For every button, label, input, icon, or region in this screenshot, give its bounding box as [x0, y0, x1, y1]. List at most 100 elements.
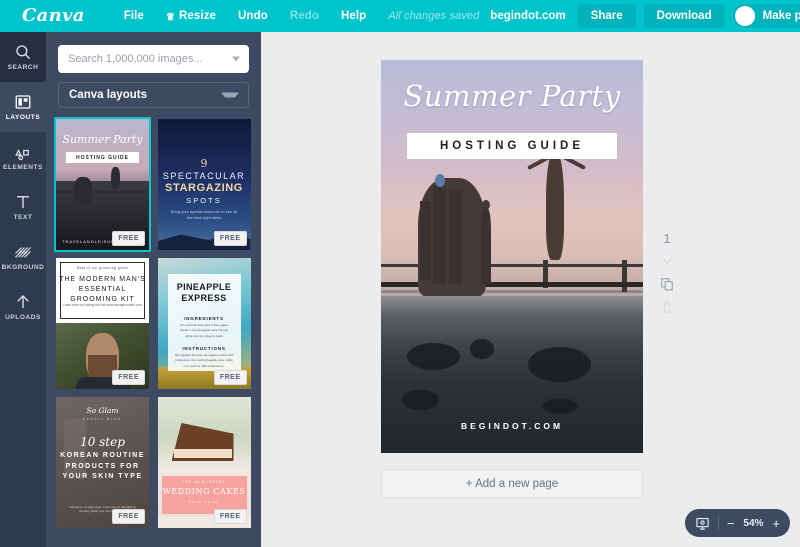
save-status: All changes saved [388, 10, 480, 22]
sidebar-item-search[interactable]: SEARCH [0, 32, 46, 82]
thumb-heading2: INSTRUCTIONS [182, 346, 226, 351]
menu-item-resize-label: Resize [179, 10, 217, 22]
sidebar-item-text[interactable]: TEXT [0, 182, 46, 232]
divider [717, 516, 719, 530]
account-name[interactable]: begindot.com [490, 10, 565, 22]
canvas-figure [480, 209, 492, 284]
menu-item-file-label: File [123, 10, 144, 22]
category-dropdown-label: Canva layouts [69, 89, 147, 101]
canvas-reflection [470, 339, 494, 359]
free-badge: FREE [112, 370, 145, 385]
zoom-control-bar: − 54% + [684, 509, 790, 537]
canvas-reflection [407, 342, 460, 371]
design-title[interactable]: Summer Party [381, 82, 643, 111]
canva-logo[interactable]: Canva [22, 7, 85, 25]
duplicate-page-icon[interactable] [660, 277, 674, 291]
thumb-title: Summer Party [62, 133, 143, 146]
sidebar-item-elements[interactable]: ELEMENTS [0, 132, 46, 182]
upload-icon [17, 295, 29, 308]
thumb-title: PINEAPPLE EXPRESS [176, 282, 232, 304]
layouts-icon [15, 95, 31, 109]
make-public-label: Make public [762, 10, 800, 22]
share-button[interactable]: Share [577, 4, 636, 28]
text-icon [17, 196, 29, 208]
menu-item-help[interactable]: Help [330, 4, 377, 28]
chevron-down-icon[interactable] [660, 254, 674, 268]
menu-item-redo-label: Redo [289, 10, 319, 22]
design-canvas[interactable]: Summer Party HOSTING GUIDE BEGINDOT.COM [381, 60, 643, 453]
sidebar-item-background[interactable]: BKGROUND [0, 232, 46, 282]
menu-item-redo[interactable]: Redo [279, 4, 330, 28]
menu-item-file[interactable]: File [113, 4, 155, 28]
thumb-title: THE MODERN MAN'S ESSENTIAL GROOMING KIT [59, 276, 146, 304]
trash-icon[interactable] [660, 300, 674, 314]
thumb-subtitle: HOSTING GUIDE [66, 152, 139, 163]
sidebar-item-uploads-label: UPLOADS [5, 314, 41, 321]
toggle-knob [734, 6, 755, 26]
thumb-body2: Stir together the juice and agave nectar… [174, 353, 234, 368]
search-row [46, 32, 261, 73]
sidebar-item-layouts-label: LAYOUTS [5, 114, 41, 121]
thumb-body1: 1/2 cup fresh lime juice 2 tbsp agave ne… [179, 323, 229, 338]
menu-item-undo-label: Undo [238, 10, 268, 22]
zoom-out-button[interactable]: − [727, 517, 735, 530]
layout-thumbnail-stargazing[interactable]: 9 SPECTACULAR STARGAZING SPOTS Bring you… [157, 119, 251, 250]
canvas-post [622, 260, 628, 292]
canvas-figure-cap [434, 173, 446, 187]
search-icon [16, 45, 31, 60]
sidebar-item-layouts[interactable]: LAYOUTS [0, 82, 46, 132]
menu-item-undo[interactable]: Undo [227, 4, 279, 28]
free-badge: FREE [112, 231, 145, 246]
zoom-level-value: 54% [743, 517, 764, 529]
layout-thumbnail-korean-skincare[interactable]: So Glam BEAUTY BLOG 10 step KOREAN ROUTI… [56, 397, 149, 528]
layout-thumbnail-summer-party[interactable]: Summer Party HOSTING GUIDE TRAVELANDLEIS… [54, 117, 151, 252]
thumb-line2: STARGAZING [165, 182, 243, 194]
background-icon [15, 247, 31, 258]
top-bar: Canva File ♛ Resize Undo Redo Help All ch… [0, 0, 800, 32]
thumb-line1: SPECTACULAR [162, 171, 246, 181]
sidebar-item-background-label: BKGROUND [1, 264, 45, 271]
canvas-figure [433, 185, 447, 284]
thumb-number: 10 step [80, 435, 125, 449]
layout-thumbnail-grid: Summer Party HOSTING GUIDE TRAVELANDLEIS… [46, 117, 261, 528]
chevron-down-icon[interactable] [221, 92, 239, 98]
canvas-reflection [401, 390, 439, 410]
sidebar-item-search-label: SEARCH [7, 64, 39, 71]
sidebar-item-elements-label: ELEMENTS [3, 164, 43, 171]
sidebar-item-uploads[interactable]: UPLOADS [0, 282, 46, 332]
menu-item-help-label: Help [340, 10, 367, 22]
search-input[interactable] [58, 53, 249, 65]
chevron-down-icon[interactable] [232, 56, 240, 62]
free-badge: FREE [213, 509, 247, 524]
menu-item-resize[interactable]: ♛ Resize [155, 4, 227, 28]
thumb-line3: SPOTS [186, 196, 222, 205]
free-badge: FREE [213, 231, 247, 246]
design-subtitle[interactable]: HOSTING GUIDE [407, 133, 617, 159]
design-footer[interactable]: BEGINDOT.COM [381, 421, 643, 431]
search-box[interactable] [58, 45, 249, 73]
thumb-dock [56, 191, 149, 193]
thumb-kicker: Best of our grooming guide [76, 266, 129, 270]
canva-editor-window: Canva File ♛ Resize Undo Redo Help All ch… [0, 0, 800, 547]
thumb-kicker: TOP 10 ELEGANT [182, 480, 226, 484]
main-menu: File ♛ Resize Undo Redo Help All changes … [113, 4, 491, 28]
zoom-in-button[interactable]: + [772, 517, 780, 530]
workspace: Summer Party HOSTING GUIDE BEGINDOT.COM … [261, 32, 800, 547]
free-badge: FREE [213, 370, 247, 385]
canvas-figure-head [481, 199, 490, 210]
thumb-figure-group [74, 177, 92, 203]
thumb-brand: So Glam [86, 406, 119, 415]
thumb-cream [173, 449, 232, 458]
download-button[interactable]: Download [643, 4, 725, 28]
canvas-figure [449, 189, 463, 284]
free-badge: FREE [112, 509, 145, 524]
make-public-toggle[interactable]: Make public [732, 4, 800, 28]
add-new-page-button[interactable]: + Add a new page [381, 469, 643, 498]
present-icon[interactable] [695, 516, 710, 531]
top-bar-actions: begindot.com Share Download Make public [490, 4, 800, 28]
layout-thumbnail-pineapple-express[interactable]: PINEAPPLE EXPRESS INGREDIENTS 1/2 cup fr… [157, 258, 251, 389]
canvas-figure-jumper [546, 150, 565, 261]
layout-thumbnail-grooming-kit[interactable]: Best of our grooming guide THE MODERN MA… [56, 258, 149, 389]
layout-thumbnail-wedding-cakes[interactable]: TOP 10 ELEGANT WEDDING CAKES THIS YEAR F… [157, 397, 251, 528]
category-dropdown[interactable]: Canva layouts [58, 82, 249, 108]
